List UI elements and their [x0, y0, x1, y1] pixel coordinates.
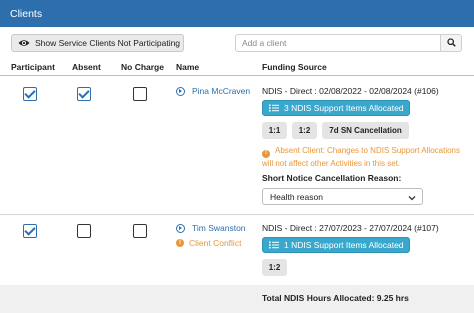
play-circle-icon: [176, 86, 185, 96]
client-conflict-badge: ! Client Conflict: [176, 238, 241, 248]
client-name-link[interactable]: Tim Swanston: [176, 223, 246, 233]
clients-panel: Clients Show Service Clients Not Partici…: [0, 0, 474, 313]
col-name: Name: [176, 62, 200, 72]
absent-note-text: Absent Client: Changes to NDIS Support A…: [262, 146, 460, 168]
snc-reason-value: Health reason: [270, 191, 323, 202]
warning-icon: !: [176, 239, 184, 247]
col-no-charge: No Charge: [121, 62, 164, 72]
sn-cancellation-tag[interactable]: 7d SN Cancellation: [322, 122, 409, 139]
row-divider: [0, 214, 474, 215]
client-name: Tim Swanston: [192, 223, 246, 233]
no-charge-checkbox[interactable]: [133, 87, 147, 101]
support-items-button[interactable]: 1 NDIS Support Items Allocated: [262, 237, 410, 253]
show-not-participating-label: Show Service Clients Not Participating: [35, 38, 181, 48]
show-not-participating-button[interactable]: Show Service Clients Not Participating: [11, 34, 184, 52]
participant-checkbox[interactable]: [23, 87, 37, 101]
client-name-link[interactable]: Pina McCraven: [176, 86, 250, 96]
absent-client-note: ! Absent Client: Changes to NDIS Support …: [262, 145, 467, 169]
ratio-tag[interactable]: 1:2: [262, 259, 287, 276]
snc-reason-select[interactable]: Health reason: [262, 188, 423, 205]
list-icon: [269, 104, 279, 112]
header-divider: [0, 75, 474, 76]
absent-checkbox[interactable]: [77, 87, 91, 101]
participant-checkbox[interactable]: [23, 224, 37, 238]
client-name: Pina McCraven: [192, 86, 251, 96]
list-icon: [269, 241, 279, 249]
total-ndis-hours: Total NDIS Hours Allocated: 9.25 hrs: [262, 293, 409, 303]
client-conflict-text: Client Conflict: [189, 238, 242, 248]
support-items-button[interactable]: 3 NDIS Support Items Allocated: [262, 100, 410, 116]
col-participant: Participant: [11, 62, 55, 72]
no-charge-checkbox[interactable]: [133, 224, 147, 238]
add-client-input[interactable]: [235, 34, 441, 52]
snc-reason-label: Short Notice Cancellation Reason:: [262, 173, 402, 183]
ratio-tag[interactable]: 1:2: [292, 122, 317, 139]
support-items-label: 1 NDIS Support Items Allocated: [284, 240, 404, 250]
ratio-tag[interactable]: 1:1: [262, 122, 287, 139]
col-absent: Absent: [72, 62, 101, 72]
funding-text: NDIS - Direct : 27/07/2023 - 27/07/2024 …: [262, 223, 439, 233]
toolbar: Show Service Clients Not Participating: [0, 27, 474, 59]
absent-checkbox[interactable]: [77, 224, 91, 238]
panel-title: Clients: [10, 7, 43, 20]
search-icon: [446, 37, 456, 49]
warning-icon: !: [262, 149, 270, 158]
funding-text: NDIS - Direct : 02/08/2022 - 02/08/2024 …: [262, 86, 439, 96]
panel-header: Clients: [0, 0, 474, 27]
play-circle-icon: [176, 223, 185, 233]
col-funding-source: Funding Source: [262, 62, 327, 72]
support-items-label: 3 NDIS Support Items Allocated: [284, 103, 404, 113]
chevron-down-icon: [408, 193, 416, 203]
search-button[interactable]: [441, 34, 462, 52]
eye-icon: [18, 39, 30, 47]
